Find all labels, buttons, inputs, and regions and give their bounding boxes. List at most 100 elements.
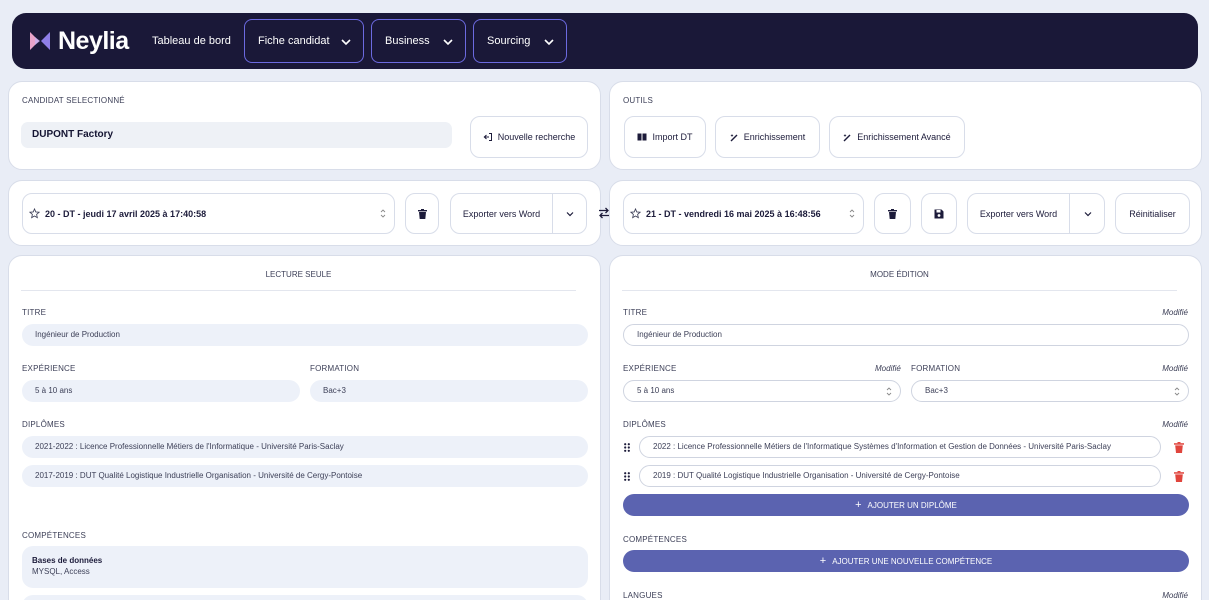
- import-dt-label: Import DT: [652, 132, 693, 142]
- modified-indicator: Modifié: [1162, 591, 1188, 600]
- advanced-enrichment-button[interactable]: Enrichissement Avancé: [829, 116, 965, 158]
- modified-indicator: Modifié: [1162, 308, 1188, 317]
- right-version-select[interactable]: 21 - DT - vendredi 16 mai 2025 à 16:48:5…: [623, 193, 864, 234]
- left-export-split-button: Exporter vers Word: [450, 193, 587, 234]
- reset-label: Réinitialiser: [1129, 208, 1176, 219]
- diplomes-label: DIPLÔMES: [22, 420, 65, 429]
- diplome-item: 2017-2019 : DUT Qualité Logistique Indus…: [22, 465, 588, 487]
- drag-handle-icon[interactable]: [624, 443, 630, 452]
- nav-dropdown-sourcing[interactable]: Sourcing: [473, 19, 567, 63]
- magic-wand-icon: [730, 133, 738, 141]
- export-label: Exporter vers Word: [979, 208, 1058, 219]
- book-icon: [637, 133, 647, 141]
- chevron-down-icon: [566, 211, 573, 216]
- competence-item: [22, 595, 588, 600]
- advanced-enrichment-label: Enrichissement Avancé: [857, 132, 951, 142]
- enrichment-label: Enrichissement: [743, 132, 806, 142]
- formation-select[interactable]: Bac+3: [911, 380, 1189, 402]
- experience-label: EXPÉRIENCE: [22, 364, 76, 373]
- nav-dropdown-label: Fiche candidat: [258, 35, 330, 47]
- candidate-label: CANDIDAT SELECTIONNÉ: [22, 96, 125, 105]
- nav-dropdown-business[interactable]: Business: [371, 19, 466, 63]
- chevron-down-icon: [1084, 211, 1091, 216]
- new-search-button[interactable]: Nouvelle recherche: [470, 116, 588, 158]
- competence-title: Bases de données: [32, 556, 103, 565]
- nav-dropdown-fiche-candidat[interactable]: Fiche candidat: [244, 19, 364, 63]
- titre-label: TITRE: [623, 308, 648, 317]
- add-competence-button[interactable]: + AJOUTER UNE NOUVELLE COMPÉTENCE: [623, 550, 1189, 572]
- chevron-down-icon: [544, 39, 554, 46]
- left-version-card: 20 - DT - jeudi 17 avril 2025 à 17:40:58…: [8, 180, 601, 246]
- left-version-select[interactable]: 20 - DT - jeudi 17 avril 2025 à 17:40:58: [22, 193, 395, 234]
- right-export-dropdown-toggle[interactable]: [1071, 194, 1104, 233]
- new-search-label: Nouvelle recherche: [497, 132, 576, 142]
- right-delete-button[interactable]: [874, 193, 911, 234]
- experience-select[interactable]: 5 à 10 ans: [623, 380, 901, 402]
- titre-value: Ingénieur de Production: [22, 324, 588, 346]
- import-dt-button[interactable]: Import DT: [624, 116, 706, 158]
- diplomes-label: DIPLÔMES: [623, 420, 666, 429]
- competence-values: MYSQL, Access: [32, 567, 90, 576]
- diplome-input[interactable]: 2019 : DUT Qualité Logistique Industriel…: [639, 465, 1161, 487]
- tools-card: OUTILS Import DT Enrichissement Enrichis…: [609, 81, 1202, 170]
- formation-label: FORMATION: [310, 364, 360, 373]
- readonly-panel: LECTURE SEULE TITRE Ingénieur de Product…: [8, 255, 601, 600]
- add-diplome-label: AJOUTER UN DIPLÔME: [867, 500, 957, 510]
- export-label: Exporter vers Word: [462, 208, 541, 219]
- star-icon[interactable]: [29, 208, 40, 219]
- left-delete-button[interactable]: [405, 193, 439, 234]
- trash-icon: [417, 208, 427, 219]
- competences-label: COMPÉTENCES: [623, 535, 687, 544]
- experience-value: 5 à 10 ans: [22, 380, 300, 402]
- formation-select-value: Bac+3: [925, 386, 948, 395]
- nav-dropdown-label: Sourcing: [487, 35, 531, 47]
- left-version-value: 20 - DT - jeudi 17 avril 2025 à 17:40:58: [45, 208, 207, 219]
- competences-label: COMPÉTENCES: [22, 531, 86, 540]
- titre-input[interactable]: Ingénieur de Production: [623, 324, 1189, 346]
- trash-icon: [888, 208, 897, 219]
- updown-icon: [380, 209, 386, 218]
- sign-in-icon: [483, 133, 492, 141]
- right-export-split-button: Exporter vers Word: [967, 193, 1105, 234]
- top-navbar: Neylia Tableau de bord Fiche candidat Bu…: [12, 13, 1198, 69]
- left-export-dropdown-toggle[interactable]: [553, 194, 586, 233]
- competence-item: Bases de données MYSQL, Access: [22, 546, 588, 588]
- right-version-card: 21 - DT - vendredi 16 mai 2025 à 16:48:5…: [609, 180, 1202, 246]
- diplome-input[interactable]: 2022 : Licence Professionnelle Métiers d…: [639, 436, 1161, 458]
- right-export-word-button[interactable]: Exporter vers Word: [968, 194, 1070, 233]
- updown-icon: [849, 209, 855, 218]
- plus-icon: +: [819, 555, 827, 567]
- left-export-word-button[interactable]: Exporter vers Word: [451, 194, 553, 233]
- nav-dropdown-label: Business: [385, 35, 430, 47]
- brand-name: Neylia: [58, 26, 129, 55]
- reset-button[interactable]: Réinitialiser: [1115, 193, 1190, 234]
- enrichment-button[interactable]: Enrichissement: [715, 116, 820, 158]
- diplome-item: 2021-2022 : Licence Professionnelle Méti…: [22, 436, 588, 458]
- delete-diplome-icon[interactable]: [1174, 442, 1184, 453]
- right-version-value: 21 - DT - vendredi 16 mai 2025 à 16:48:5…: [646, 208, 821, 219]
- edit-panel: MODE ÉDITION TITRE Modifié Ingénieur de …: [609, 255, 1202, 600]
- plus-icon: +: [855, 499, 862, 511]
- candidate-card: CANDIDAT SELECTIONNÉ DUPONT Factory Nouv…: [8, 81, 601, 170]
- nav-link-dashboard[interactable]: Tableau de bord: [152, 33, 231, 49]
- star-icon[interactable]: [630, 208, 641, 219]
- brand-logo[interactable]: Neylia: [28, 27, 129, 55]
- formation-label: FORMATION: [911, 364, 961, 373]
- experience-select-value: 5 à 10 ans: [637, 386, 675, 395]
- updown-icon: [1174, 387, 1180, 396]
- updown-icon: [886, 387, 892, 396]
- logo-icon: [30, 32, 50, 50]
- add-competence-label: AJOUTER UNE NOUVELLE COMPÉTENCE: [832, 556, 993, 566]
- modified-indicator: Modifié: [1162, 364, 1188, 373]
- drag-handle-icon[interactable]: [624, 472, 630, 481]
- chevron-down-icon: [341, 39, 351, 46]
- chevron-down-icon: [443, 39, 453, 46]
- delete-diplome-icon[interactable]: [1174, 471, 1184, 482]
- modified-indicator: Modifié: [875, 364, 901, 373]
- readonly-mode-title: LECTURE SEULE: [21, 270, 576, 291]
- experience-label: EXPÉRIENCE: [623, 364, 677, 373]
- magic-wand-icon: [843, 133, 851, 141]
- add-diplome-button[interactable]: + AJOUTER UN DIPLÔME: [623, 494, 1189, 516]
- candidate-name-field[interactable]: DUPONT Factory: [21, 122, 452, 148]
- save-button[interactable]: [921, 193, 957, 234]
